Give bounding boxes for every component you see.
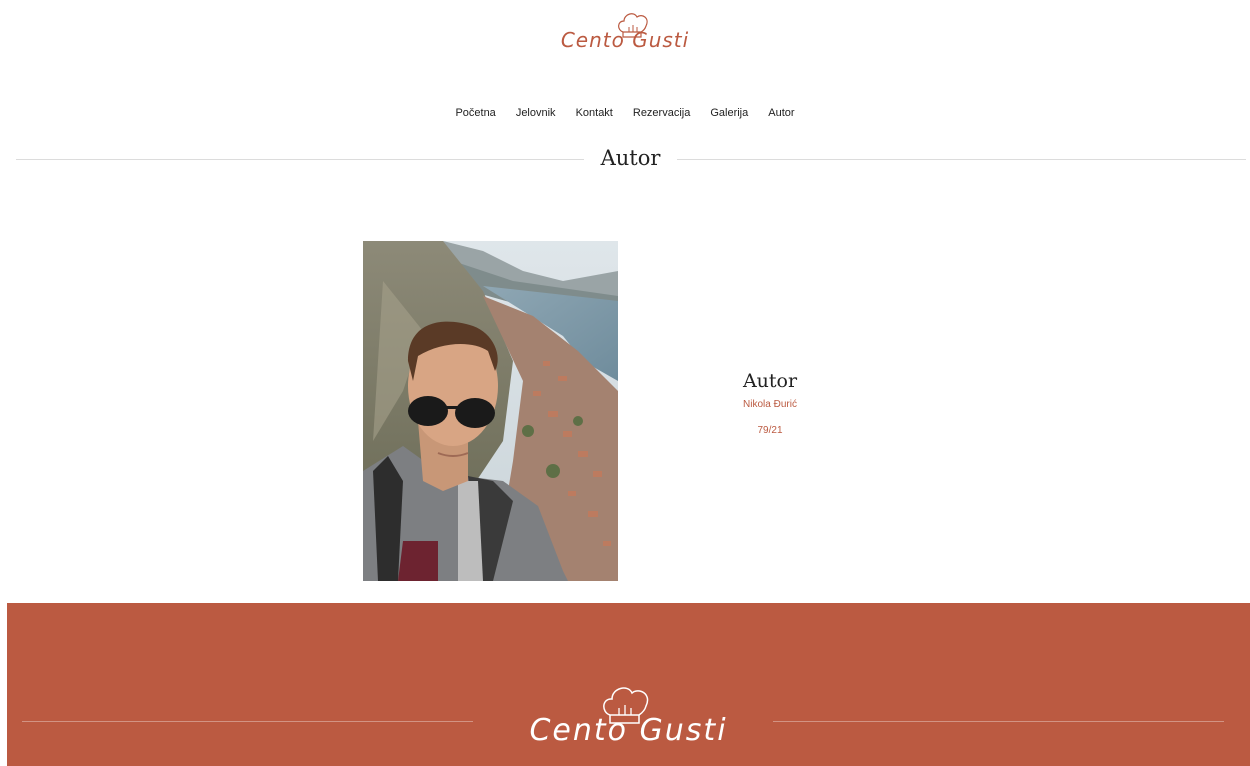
- divider-line: [16, 159, 584, 160]
- footer-logo-text: Cento Gusti: [529, 713, 728, 748]
- section-heading: Autor: [16, 144, 1246, 174]
- author-index-number: 79/21: [757, 425, 783, 436]
- logo-text: Cento Gusti: [560, 28, 690, 52]
- site-logo[interactable]: Cento Gusti: [0, 8, 1250, 60]
- author-heading: Autor: [742, 370, 798, 392]
- nav-item-autor[interactable]: Autor: [758, 104, 804, 122]
- nav-item-kontakt[interactable]: Kontakt: [566, 104, 623, 122]
- nav-item-jelovnik[interactable]: Jelovnik: [506, 104, 566, 122]
- nav-item-galerija[interactable]: Galerija: [700, 104, 758, 122]
- author-name: Nikola Đurić: [743, 399, 797, 410]
- author-info: Autor Nikola Đurić 79/21: [690, 368, 850, 438]
- divider-line: [677, 159, 1246, 160]
- page: Cento Gusti Početna Jelovnik Kontakt Rez…: [0, 0, 1250, 766]
- footer: Cento Gusti: [7, 603, 1250, 766]
- nav-item-rezervacija[interactable]: Rezervacija: [623, 104, 700, 122]
- footer-divider-line: [773, 721, 1224, 722]
- nav-item-pocetna[interactable]: Početna: [445, 104, 505, 122]
- author-photo: [363, 241, 618, 581]
- page-title: Autor: [600, 146, 661, 170]
- main-nav: Početna Jelovnik Kontakt Rezervacija Gal…: [0, 104, 1250, 122]
